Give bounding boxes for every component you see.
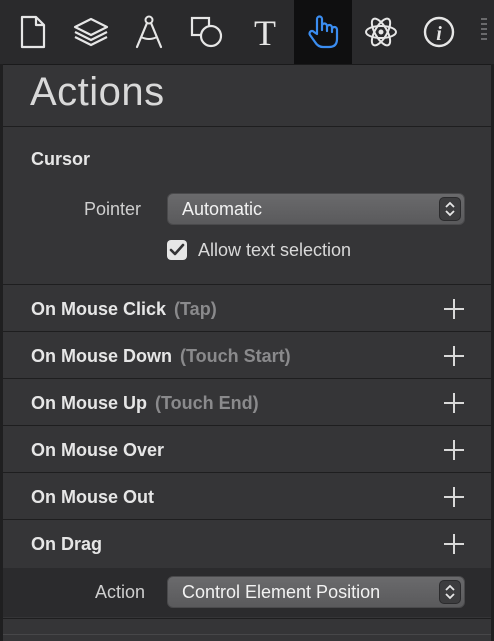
cursor-heading: Cursor [31, 149, 91, 169]
svg-text:T: T [254, 15, 276, 49]
divider [3, 472, 491, 473]
event-row-mouse-up: On Mouse Up (Touch End) [3, 380, 491, 426]
tool-shapes[interactable] [178, 0, 236, 64]
text-icon: T [254, 15, 276, 49]
add-icon[interactable] [443, 392, 465, 414]
tool-effects[interactable] [352, 0, 410, 64]
hand-pointer-icon [308, 15, 339, 49]
event-row-mouse-out: On Mouse Out [3, 474, 491, 520]
tool-layers[interactable] [62, 0, 120, 64]
drag-action-select-value: Control Element Position [182, 582, 381, 602]
tool-text[interactable]: T [236, 0, 294, 64]
divider [3, 378, 491, 379]
tool-compass[interactable] [120, 0, 178, 64]
divider [3, 126, 491, 127]
pointer-label: Pointer [84, 199, 142, 219]
toolbar-overflow-grip[interactable] [481, 18, 487, 46]
event-name: On Mouse Over [31, 440, 165, 460]
info-icon: i [423, 16, 455, 48]
tool-document[interactable] [4, 0, 62, 64]
add-icon[interactable] [443, 298, 465, 320]
shapes-icon [190, 16, 223, 48]
tool-info[interactable]: i [410, 0, 468, 64]
up-down-chevron-icon [445, 584, 455, 600]
drag-action-select-stepper[interactable] [439, 580, 461, 604]
event-name: On Mouse Down (Touch Start) [31, 346, 291, 366]
panel-title: Actions [30, 70, 165, 114]
layers-icon [73, 17, 109, 47]
event-row-mouse-down: On Mouse Down (Touch Start) [3, 333, 491, 379]
divider [3, 519, 491, 520]
event-name: On Mouse Up (Touch End) [31, 393, 259, 413]
drag-action-select[interactable]: Control Element Position [167, 576, 465, 608]
allow-text-selection-label: Allow text selection [198, 240, 352, 260]
event-name: On Drag [31, 534, 103, 554]
atom-icon [365, 17, 397, 47]
pointer-select-value: Automatic [182, 199, 263, 219]
allow-text-selection-checkbox[interactable] [167, 240, 187, 260]
pointer-select-stepper[interactable] [439, 197, 461, 221]
divider [3, 331, 491, 332]
add-icon[interactable] [443, 345, 465, 367]
event-row-mouse-click: On Mouse Click (Tap) [3, 286, 491, 332]
up-down-chevron-icon [445, 201, 455, 217]
event-name: On Mouse Click (Tap) [31, 299, 217, 319]
add-icon[interactable] [443, 439, 465, 461]
toolbar: T i [0, 0, 494, 65]
svg-text:i: i [436, 23, 442, 45]
divider [3, 284, 491, 285]
divider [3, 618, 491, 619]
event-name: On Mouse Out [31, 487, 154, 507]
add-icon[interactable] [443, 533, 465, 555]
document-icon [20, 15, 46, 49]
tool-actions[interactable] [294, 0, 352, 64]
compass-icon [135, 15, 163, 49]
checkmark-icon [169, 243, 185, 256]
divider [3, 634, 491, 635]
event-row-drag: On Drag [3, 521, 491, 567]
divider [3, 425, 491, 426]
event-row-mouse-over: On Mouse Over [3, 427, 491, 473]
pointer-select[interactable]: Automatic [167, 193, 465, 225]
drag-action-label: Action [95, 582, 146, 602]
add-icon[interactable] [443, 486, 465, 508]
